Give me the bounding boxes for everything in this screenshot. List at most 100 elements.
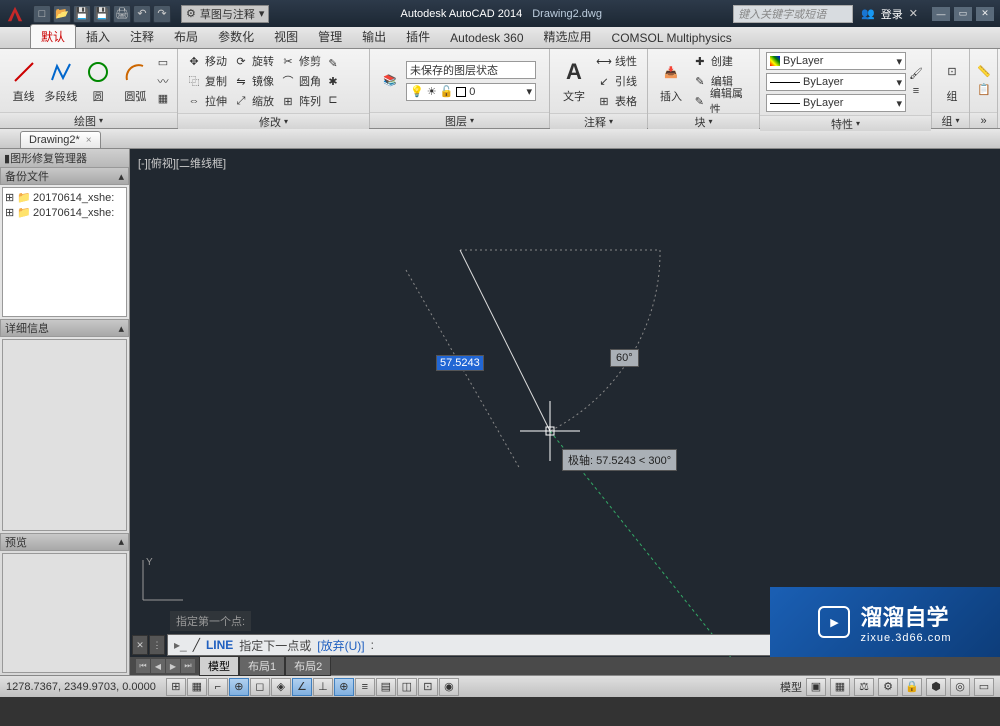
fillet-button[interactable]: ⌒圆角 [278, 72, 323, 90]
stretch-button[interactable]: ⇔拉伸 [184, 92, 229, 110]
arc-button[interactable]: 圆弧 [118, 52, 153, 109]
help-search-input[interactable]: 键入关键字或短语 [733, 5, 853, 23]
rotate-button[interactable]: ⟳旋转 [231, 52, 276, 70]
am-toggle[interactable]: ◉ [439, 678, 459, 696]
lock-ui-icon[interactable]: 🔒 [902, 678, 922, 696]
maximize-viewport-icon[interactable]: ▣ [806, 678, 826, 696]
edit-attr-button[interactable]: ✎编辑属性 [690, 92, 753, 110]
isolate-icon[interactable]: ◎ [950, 678, 970, 696]
tab-parametric[interactable]: 参数化 [208, 25, 264, 48]
explode-icon[interactable]: ✱ [325, 73, 341, 89]
quick-view-icon[interactable]: ▦ [830, 678, 850, 696]
tab-comsol[interactable]: COMSOL Multiphysics [602, 28, 742, 48]
color-combo[interactable]: ByLayer▾ [766, 52, 906, 70]
list-icon[interactable]: ≡ [908, 83, 924, 99]
table-button[interactable]: ⊞表格 [594, 92, 639, 110]
infocenter-icon[interactable]: 👥 [861, 7, 875, 20]
layout1-tab[interactable]: 布局1 [239, 656, 285, 676]
close-tab-icon[interactable]: × [86, 135, 92, 146]
hardware-accel-icon[interactable]: ⬢ [926, 678, 946, 696]
lwt-toggle[interactable]: ≡ [355, 678, 375, 696]
expand-arrow-icon[interactable]: ▾ [470, 116, 474, 125]
ortho-toggle[interactable]: ⌐ [208, 678, 228, 696]
qat-redo-icon[interactable]: ↷ [153, 5, 171, 23]
tab-view[interactable]: 视图 [264, 25, 308, 48]
file-tab[interactable]: Drawing2* × [20, 131, 101, 148]
clean-screen-icon[interactable]: ▭ [974, 678, 994, 696]
exchange-icon[interactable]: ✕ [909, 7, 918, 20]
expand-arrow-icon[interactable]: ▾ [99, 116, 103, 125]
snap-toggle[interactable]: ⊞ [166, 678, 186, 696]
rectangle-icon[interactable]: ▭ [155, 55, 171, 71]
leader-button[interactable]: ↙引线 [594, 72, 639, 90]
ducs-toggle[interactable]: ⊥ [313, 678, 333, 696]
tab-manage[interactable]: 管理 [308, 25, 352, 48]
expand-arrow-icon[interactable]: ▾ [708, 117, 712, 126]
trim-button[interactable]: ✂修剪 [278, 52, 323, 70]
details-header[interactable]: 详细信息▴ [0, 319, 129, 337]
tab-last-icon[interactable]: ⏭ [181, 659, 195, 673]
tab-first-icon[interactable]: ⏮ [136, 659, 150, 673]
coordinates-readout[interactable]: 1278.7367, 2349.9703, 0.0000 [6, 681, 156, 693]
workspace-icon[interactable]: ⚙ [878, 678, 898, 696]
qat-save-icon[interactable]: 💾 [73, 5, 91, 23]
group-button[interactable]: ⊡ 组 [938, 52, 966, 109]
layer-combo[interactable]: 💡 ☀ 🔓 0 ▾ [406, 83, 536, 101]
text-button[interactable]: A 文字 [556, 52, 592, 110]
grid-toggle[interactable]: ▦ [187, 678, 207, 696]
tree-item[interactable]: ⊞ 📁 20170614_xshe: [5, 205, 124, 220]
minimize-button[interactable]: — [932, 7, 950, 21]
login-button[interactable]: 登录 [881, 6, 903, 22]
tab-featured[interactable]: 精选应用 [534, 25, 602, 48]
lineweight-combo[interactable]: ByLayer▾ [766, 73, 906, 91]
backup-tree[interactable]: ⊞ 📁 20170614_xshe: ⊞ 📁 20170614_xshe: [2, 187, 127, 317]
qat-plot-icon[interactable]: 🖨 [113, 5, 131, 23]
tab-plugins[interactable]: 插件 [396, 25, 440, 48]
maximize-button[interactable]: ▭ [954, 7, 972, 21]
expand-arrow-icon[interactable]: ▾ [609, 117, 613, 126]
expand-arrow-icon[interactable]: ▾ [856, 119, 860, 128]
cmd-close-icon[interactable]: ✕ [132, 635, 148, 655]
tab-default[interactable]: 默认 [30, 24, 76, 48]
layer-properties-button[interactable]: 📚 [376, 52, 404, 109]
linetype-combo[interactable]: ByLayer▾ [766, 94, 906, 112]
workspace-selector[interactable]: ⚙ 草图与注释 ▾ [181, 5, 269, 23]
close-button[interactable]: ✕ [976, 7, 994, 21]
qat-open-icon[interactable]: 📂 [53, 5, 71, 23]
annotation-scale-icon[interactable]: ⚖ [854, 678, 874, 696]
distance-input[interactable]: 57.5243 [436, 355, 484, 371]
qat-new-icon[interactable]: □ [33, 5, 51, 23]
qp-toggle[interactable]: ◫ [397, 678, 417, 696]
tab-insert[interactable]: 插入 [76, 25, 120, 48]
erase-icon[interactable]: ✎ [325, 55, 341, 71]
tab-autodesk360[interactable]: Autodesk 360 [440, 28, 533, 48]
circle-button[interactable]: 圆 [81, 52, 116, 109]
tab-output[interactable]: 输出 [352, 25, 396, 48]
copy-button[interactable]: ⿻复制 [184, 72, 229, 90]
drawing-canvas[interactable]: [-][俯视][二维线框] 57.5243 60° 极轴: 57.5243 < … [130, 149, 1000, 675]
modelspace-label[interactable]: 模型 [780, 679, 802, 695]
linear-dim-button[interactable]: ⟷线性 [594, 52, 639, 70]
polar-toggle[interactable]: ⊕ [229, 678, 249, 696]
sc-toggle[interactable]: ⊡ [418, 678, 438, 696]
layer-state-combo[interactable]: 未保存的图层状态 [406, 61, 536, 79]
app-logo[interactable] [3, 2, 26, 25]
tab-layout[interactable]: 布局 [164, 25, 208, 48]
tab-next-icon[interactable]: ▶ [166, 659, 180, 673]
tab-prev-icon[interactable]: ◀ [151, 659, 165, 673]
otrack-toggle[interactable]: ∠ [292, 678, 312, 696]
backup-files-header[interactable]: 备份文件▴ [0, 167, 129, 185]
mirror-button[interactable]: ⇋镜像 [231, 72, 276, 90]
offset-icon[interactable]: ⊏ [325, 91, 341, 107]
qat-saveas-icon[interactable]: 💾 [93, 5, 111, 23]
array-button[interactable]: ⊞阵列 [278, 92, 323, 110]
osnap-toggle[interactable]: ◻ [250, 678, 270, 696]
match-props-icon[interactable]: 🖌 [908, 65, 924, 81]
tpy-toggle[interactable]: ▤ [376, 678, 396, 696]
spline-icon[interactable]: 〰 [155, 73, 171, 89]
qat-undo-icon[interactable]: ↶ [133, 5, 151, 23]
tab-annotate[interactable]: 注释 [120, 25, 164, 48]
insert-block-button[interactable]: 📥 插入 [654, 52, 688, 110]
hatch-icon[interactable]: ▦ [155, 91, 171, 107]
move-button[interactable]: ✥移动 [184, 52, 229, 70]
